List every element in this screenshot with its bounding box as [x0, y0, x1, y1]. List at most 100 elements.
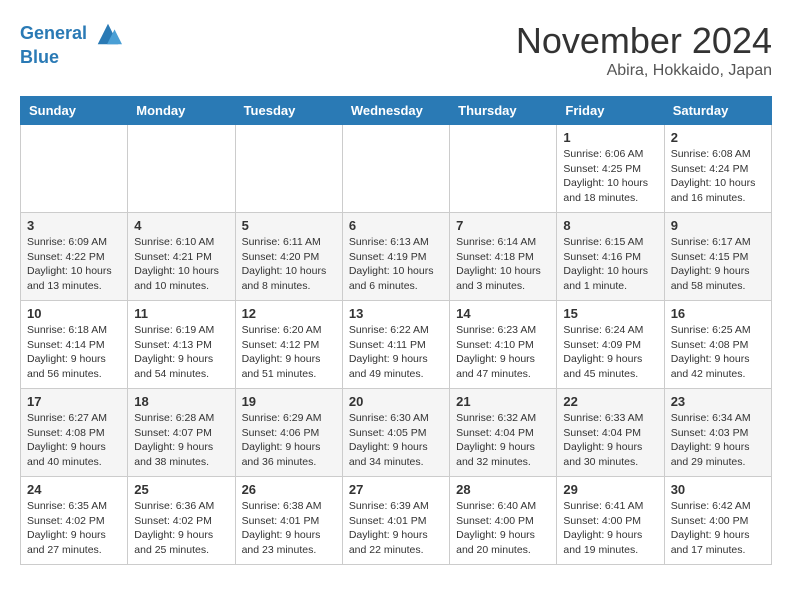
- calendar-week-5: 24 Sunrise: 6:35 AM Sunset: 4:02 PM Dayl…: [21, 477, 772, 565]
- calendar-cell: 18 Sunrise: 6:28 AM Sunset: 4:07 PM Dayl…: [128, 389, 235, 477]
- calendar-cell: 11 Sunrise: 6:19 AM Sunset: 4:13 PM Dayl…: [128, 301, 235, 389]
- day-number: 14: [456, 306, 550, 321]
- day-number: 17: [27, 394, 121, 409]
- cell-info: Sunrise: 6:20 AM Sunset: 4:12 PM Dayligh…: [242, 323, 336, 382]
- cell-info: Sunrise: 6:13 AM Sunset: 4:19 PM Dayligh…: [349, 235, 443, 294]
- col-header-tuesday: Tuesday: [235, 97, 342, 125]
- day-number: 2: [671, 130, 765, 145]
- cell-info: Sunrise: 6:28 AM Sunset: 4:07 PM Dayligh…: [134, 411, 228, 470]
- cell-info: Sunrise: 6:08 AM Sunset: 4:24 PM Dayligh…: [671, 147, 765, 206]
- cell-info: Sunrise: 6:40 AM Sunset: 4:00 PM Dayligh…: [456, 499, 550, 558]
- day-number: 10: [27, 306, 121, 321]
- day-number: 15: [563, 306, 657, 321]
- logo-text: General: [20, 20, 122, 48]
- cell-info: Sunrise: 6:22 AM Sunset: 4:11 PM Dayligh…: [349, 323, 443, 382]
- day-number: 8: [563, 218, 657, 233]
- cell-info: Sunrise: 6:14 AM Sunset: 4:18 PM Dayligh…: [456, 235, 550, 294]
- cell-info: Sunrise: 6:34 AM Sunset: 4:03 PM Dayligh…: [671, 411, 765, 470]
- cell-info: Sunrise: 6:35 AM Sunset: 4:02 PM Dayligh…: [27, 499, 121, 558]
- calendar-cell: 12 Sunrise: 6:20 AM Sunset: 4:12 PM Dayl…: [235, 301, 342, 389]
- cell-info: Sunrise: 6:09 AM Sunset: 4:22 PM Dayligh…: [27, 235, 121, 294]
- day-number: 5: [242, 218, 336, 233]
- col-header-monday: Monday: [128, 97, 235, 125]
- day-number: 27: [349, 482, 443, 497]
- calendar-cell: 8 Sunrise: 6:15 AM Sunset: 4:16 PM Dayli…: [557, 213, 664, 301]
- cell-info: Sunrise: 6:29 AM Sunset: 4:06 PM Dayligh…: [242, 411, 336, 470]
- logo-icon: [94, 20, 122, 48]
- calendar-cell: 30 Sunrise: 6:42 AM Sunset: 4:00 PM Dayl…: [664, 477, 771, 565]
- calendar-cell: 24 Sunrise: 6:35 AM Sunset: 4:02 PM Dayl…: [21, 477, 128, 565]
- calendar-cell: 19 Sunrise: 6:29 AM Sunset: 4:06 PM Dayl…: [235, 389, 342, 477]
- cell-info: Sunrise: 6:39 AM Sunset: 4:01 PM Dayligh…: [349, 499, 443, 558]
- day-number: 18: [134, 394, 228, 409]
- day-number: 20: [349, 394, 443, 409]
- day-number: 3: [27, 218, 121, 233]
- cell-info: Sunrise: 6:32 AM Sunset: 4:04 PM Dayligh…: [456, 411, 550, 470]
- calendar-cell: 29 Sunrise: 6:41 AM Sunset: 4:00 PM Dayl…: [557, 477, 664, 565]
- day-number: 12: [242, 306, 336, 321]
- cell-info: Sunrise: 6:38 AM Sunset: 4:01 PM Dayligh…: [242, 499, 336, 558]
- calendar-header-row: SundayMondayTuesdayWednesdayThursdayFrid…: [21, 97, 772, 125]
- calendar-cell: 14 Sunrise: 6:23 AM Sunset: 4:10 PM Dayl…: [450, 301, 557, 389]
- calendar-cell: 13 Sunrise: 6:22 AM Sunset: 4:11 PM Dayl…: [342, 301, 449, 389]
- calendar-week-1: 1 Sunrise: 6:06 AM Sunset: 4:25 PM Dayli…: [21, 125, 772, 213]
- day-number: 22: [563, 394, 657, 409]
- day-number: 29: [563, 482, 657, 497]
- day-number: 24: [27, 482, 121, 497]
- cell-info: Sunrise: 6:30 AM Sunset: 4:05 PM Dayligh…: [349, 411, 443, 470]
- calendar-week-2: 3 Sunrise: 6:09 AM Sunset: 4:22 PM Dayli…: [21, 213, 772, 301]
- col-header-thursday: Thursday: [450, 97, 557, 125]
- day-number: 26: [242, 482, 336, 497]
- calendar-cell: 22 Sunrise: 6:33 AM Sunset: 4:04 PM Dayl…: [557, 389, 664, 477]
- day-number: 23: [671, 394, 765, 409]
- calendar-cell: 17 Sunrise: 6:27 AM Sunset: 4:08 PM Dayl…: [21, 389, 128, 477]
- col-header-sunday: Sunday: [21, 97, 128, 125]
- cell-info: Sunrise: 6:18 AM Sunset: 4:14 PM Dayligh…: [27, 323, 121, 382]
- logo-blue-text: Blue: [20, 48, 122, 68]
- cell-info: Sunrise: 6:15 AM Sunset: 4:16 PM Dayligh…: [563, 235, 657, 294]
- day-number: 7: [456, 218, 550, 233]
- calendar-cell: 28 Sunrise: 6:40 AM Sunset: 4:00 PM Dayl…: [450, 477, 557, 565]
- calendar-cell: 5 Sunrise: 6:11 AM Sunset: 4:20 PM Dayli…: [235, 213, 342, 301]
- day-number: 28: [456, 482, 550, 497]
- day-number: 9: [671, 218, 765, 233]
- calendar-cell: 15 Sunrise: 6:24 AM Sunset: 4:09 PM Dayl…: [557, 301, 664, 389]
- calendar-week-4: 17 Sunrise: 6:27 AM Sunset: 4:08 PM Dayl…: [21, 389, 772, 477]
- day-number: 1: [563, 130, 657, 145]
- month-title: November 2024: [516, 20, 772, 62]
- calendar-cell: [342, 125, 449, 213]
- day-number: 30: [671, 482, 765, 497]
- calendar-cell: 9 Sunrise: 6:17 AM Sunset: 4:15 PM Dayli…: [664, 213, 771, 301]
- day-number: 6: [349, 218, 443, 233]
- page-header: General Blue November 2024 Abira, Hokkai…: [20, 20, 772, 80]
- location-subtitle: Abira, Hokkaido, Japan: [516, 62, 772, 80]
- cell-info: Sunrise: 6:10 AM Sunset: 4:21 PM Dayligh…: [134, 235, 228, 294]
- cell-info: Sunrise: 6:36 AM Sunset: 4:02 PM Dayligh…: [134, 499, 228, 558]
- calendar-cell: 10 Sunrise: 6:18 AM Sunset: 4:14 PM Dayl…: [21, 301, 128, 389]
- calendar-cell: 20 Sunrise: 6:30 AM Sunset: 4:05 PM Dayl…: [342, 389, 449, 477]
- calendar-cell: [21, 125, 128, 213]
- title-block: November 2024 Abira, Hokkaido, Japan: [516, 20, 772, 80]
- col-header-wednesday: Wednesday: [342, 97, 449, 125]
- calendar-week-3: 10 Sunrise: 6:18 AM Sunset: 4:14 PM Dayl…: [21, 301, 772, 389]
- cell-info: Sunrise: 6:11 AM Sunset: 4:20 PM Dayligh…: [242, 235, 336, 294]
- cell-info: Sunrise: 6:24 AM Sunset: 4:09 PM Dayligh…: [563, 323, 657, 382]
- calendar-cell: 26 Sunrise: 6:38 AM Sunset: 4:01 PM Dayl…: [235, 477, 342, 565]
- calendar-cell: 7 Sunrise: 6:14 AM Sunset: 4:18 PM Dayli…: [450, 213, 557, 301]
- calendar-cell: 27 Sunrise: 6:39 AM Sunset: 4:01 PM Dayl…: [342, 477, 449, 565]
- calendar-cell: 6 Sunrise: 6:13 AM Sunset: 4:19 PM Dayli…: [342, 213, 449, 301]
- day-number: 21: [456, 394, 550, 409]
- calendar-cell: [128, 125, 235, 213]
- col-header-saturday: Saturday: [664, 97, 771, 125]
- cell-info: Sunrise: 6:17 AM Sunset: 4:15 PM Dayligh…: [671, 235, 765, 294]
- calendar-cell: 16 Sunrise: 6:25 AM Sunset: 4:08 PM Dayl…: [664, 301, 771, 389]
- cell-info: Sunrise: 6:41 AM Sunset: 4:00 PM Dayligh…: [563, 499, 657, 558]
- col-header-friday: Friday: [557, 97, 664, 125]
- calendar-cell: 4 Sunrise: 6:10 AM Sunset: 4:21 PM Dayli…: [128, 213, 235, 301]
- cell-info: Sunrise: 6:42 AM Sunset: 4:00 PM Dayligh…: [671, 499, 765, 558]
- calendar-cell: 21 Sunrise: 6:32 AM Sunset: 4:04 PM Dayl…: [450, 389, 557, 477]
- cell-info: Sunrise: 6:27 AM Sunset: 4:08 PM Dayligh…: [27, 411, 121, 470]
- calendar-cell: [235, 125, 342, 213]
- calendar-cell: 3 Sunrise: 6:09 AM Sunset: 4:22 PM Dayli…: [21, 213, 128, 301]
- day-number: 25: [134, 482, 228, 497]
